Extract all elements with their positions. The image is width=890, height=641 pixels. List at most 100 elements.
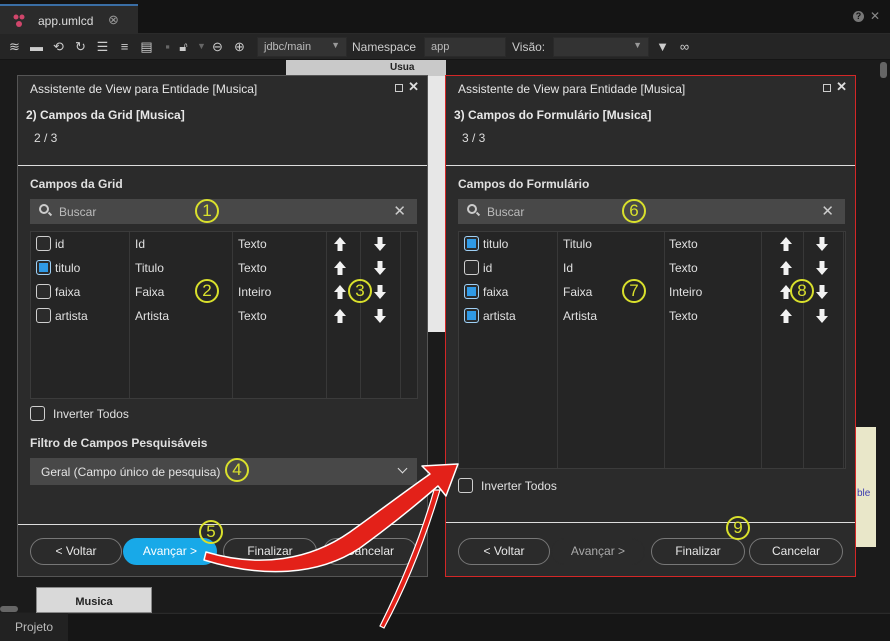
field-name: id — [55, 237, 65, 251]
move-up-icon[interactable] — [333, 260, 347, 276]
move-down-icon[interactable] — [373, 260, 387, 276]
search-placeholder: Buscar — [487, 205, 525, 219]
move-up-icon[interactable] — [779, 308, 793, 324]
close-icon[interactable]: ✕ — [408, 79, 419, 95]
search-icon — [39, 204, 49, 214]
table-row[interactable]: id Id Texto — [31, 232, 417, 256]
annotation-marker-5: 5 — [199, 520, 223, 544]
back-button[interactable]: < Voltar — [458, 538, 550, 565]
binoculars-icon[interactable]: ∞ — [677, 39, 692, 54]
field-label[interactable]: Artista — [135, 309, 169, 323]
filter-icon[interactable]: ▼ — [655, 39, 670, 54]
invert-all-checkbox[interactable] — [30, 406, 45, 421]
move-down-icon[interactable] — [373, 308, 387, 324]
dropdown-caret-icon[interactable]: ▼ — [194, 39, 209, 54]
row-checkbox[interactable] — [464, 284, 479, 299]
field-label[interactable]: Titulo — [135, 261, 164, 275]
close-all-icon[interactable]: ✕ — [870, 9, 880, 23]
close-icon[interactable]: ✕ — [836, 79, 847, 95]
next-button[interactable]: Avançar > — [551, 538, 645, 565]
field-type: Texto — [238, 309, 267, 323]
field-label[interactable]: Id — [563, 261, 573, 275]
clear-search-icon[interactable]: ✕ — [821, 202, 834, 220]
tab-app-umlcd[interactable]: app.umlcd ⊗ — [0, 4, 138, 34]
move-up-icon[interactable] — [779, 236, 793, 252]
move-up-icon[interactable] — [333, 308, 347, 324]
cancel-button[interactable]: Cancelar — [749, 538, 843, 565]
background-note-text: ble — [857, 488, 871, 499]
search-input[interactable]: Buscar ✕ — [458, 199, 845, 224]
field-label[interactable]: Artista — [563, 309, 597, 323]
view-select[interactable]: ▼ — [553, 37, 649, 57]
field-type: Texto — [669, 261, 698, 275]
row-checkbox[interactable] — [36, 260, 51, 275]
annotation-marker-7: 7 — [622, 279, 646, 303]
filter-title: Filtro de Campos Pesquisáveis — [30, 436, 208, 450]
field-label[interactable]: Id — [135, 237, 145, 251]
move-down-icon[interactable] — [815, 284, 829, 300]
move-down-icon[interactable] — [815, 260, 829, 276]
annotation-marker-8: 8 — [790, 279, 814, 303]
table-row[interactable]: titulo Titulo Texto — [459, 232, 845, 256]
divider — [446, 522, 855, 523]
maximize-icon[interactable] — [395, 84, 403, 92]
search-placeholder: Buscar — [59, 205, 97, 219]
row-checkbox[interactable] — [464, 236, 479, 251]
namespace-value: app — [431, 41, 450, 53]
field-label[interactable]: Faixa — [135, 285, 164, 299]
help-icon[interactable]: ? — [853, 11, 864, 22]
back-button[interactable]: < Voltar — [30, 538, 122, 565]
move-down-icon[interactable] — [373, 284, 387, 300]
field-label[interactable]: Titulo — [563, 237, 592, 251]
export-icon[interactable]: ▤ — [139, 39, 154, 54]
horizontal-scroll-thumb[interactable] — [0, 606, 18, 612]
move-down-icon[interactable] — [815, 236, 829, 252]
clear-search-icon[interactable]: ✕ — [393, 202, 406, 220]
zoom-out-icon[interactable]: ⊖ — [210, 39, 225, 54]
row-checkbox[interactable] — [464, 308, 479, 323]
form-fields-dialog: Assistente de View para Entidade [Musica… — [445, 75, 856, 577]
finish-button[interactable]: Finalizar — [651, 538, 745, 565]
grid-fields-table: id Id Texto titulo Titulo Texto faixa Fa… — [30, 231, 418, 399]
move-up-icon[interactable] — [333, 236, 347, 252]
list-icon[interactable]: ≡ — [117, 39, 132, 54]
background-entity-musica-label: Musica — [75, 596, 113, 608]
stack-icon[interactable]: ☰ — [95, 39, 110, 54]
sync-icon[interactable]: ⟲ — [51, 39, 66, 54]
tab-close-icon[interactable]: ⊗ — [108, 12, 119, 28]
invert-all-label: Inverter Todos — [53, 407, 129, 421]
connection-select[interactable]: jdbc/main ▼ — [257, 37, 347, 57]
toolbar: ≋ ▬ ⟲ ↻ ☰ ≡ ▤ ▪ 🔓︎ ▼ ⊖ ⊕ jdbc/main ▼ Nam… — [0, 34, 890, 60]
move-down-icon[interactable] — [815, 308, 829, 324]
annotation-marker-9: 9 — [726, 516, 750, 540]
maximize-icon[interactable] — [823, 84, 831, 92]
refresh-icon[interactable]: ↻ — [73, 39, 88, 54]
move-down-icon[interactable] — [373, 236, 387, 252]
row-checkbox[interactable] — [36, 308, 51, 323]
table-row[interactable]: artista Artista Texto — [31, 304, 417, 328]
background-entity-header-text: Usua — [390, 62, 415, 73]
move-up-icon[interactable] — [333, 284, 347, 300]
step-title: 2) Campos da Grid [Musica] — [26, 108, 185, 122]
divider — [446, 165, 855, 166]
annotation-marker-4: 4 — [225, 458, 249, 482]
field-label[interactable]: Faixa — [563, 285, 592, 299]
search-input[interactable]: Buscar ✕ — [30, 199, 417, 224]
move-up-icon[interactable] — [779, 260, 793, 276]
row-checkbox[interactable] — [464, 260, 479, 275]
vertical-scrollbar[interactable] — [878, 60, 890, 612]
table-row[interactable]: artista Artista Texto — [459, 304, 845, 328]
row-checkbox[interactable] — [36, 236, 51, 251]
folder-icon[interactable]: ▬ — [29, 39, 44, 54]
field-name: titulo — [483, 237, 509, 251]
table-row[interactable]: id Id Texto — [459, 256, 845, 280]
table-row[interactable]: faixa Faixa Inteiro — [459, 280, 845, 304]
row-checkbox[interactable] — [36, 284, 51, 299]
lock-icon[interactable]: 🔓︎ — [176, 39, 191, 54]
table-row[interactable]: titulo Titulo Texto — [31, 256, 417, 280]
zoom-in-icon[interactable]: ⊕ — [232, 39, 247, 54]
vertical-scroll-thumb[interactable] — [880, 62, 887, 78]
layers-icon[interactable]: ≋ — [7, 39, 22, 54]
namespace-input[interactable]: app — [424, 37, 506, 57]
annotation-marker-2: 2 — [195, 279, 219, 303]
